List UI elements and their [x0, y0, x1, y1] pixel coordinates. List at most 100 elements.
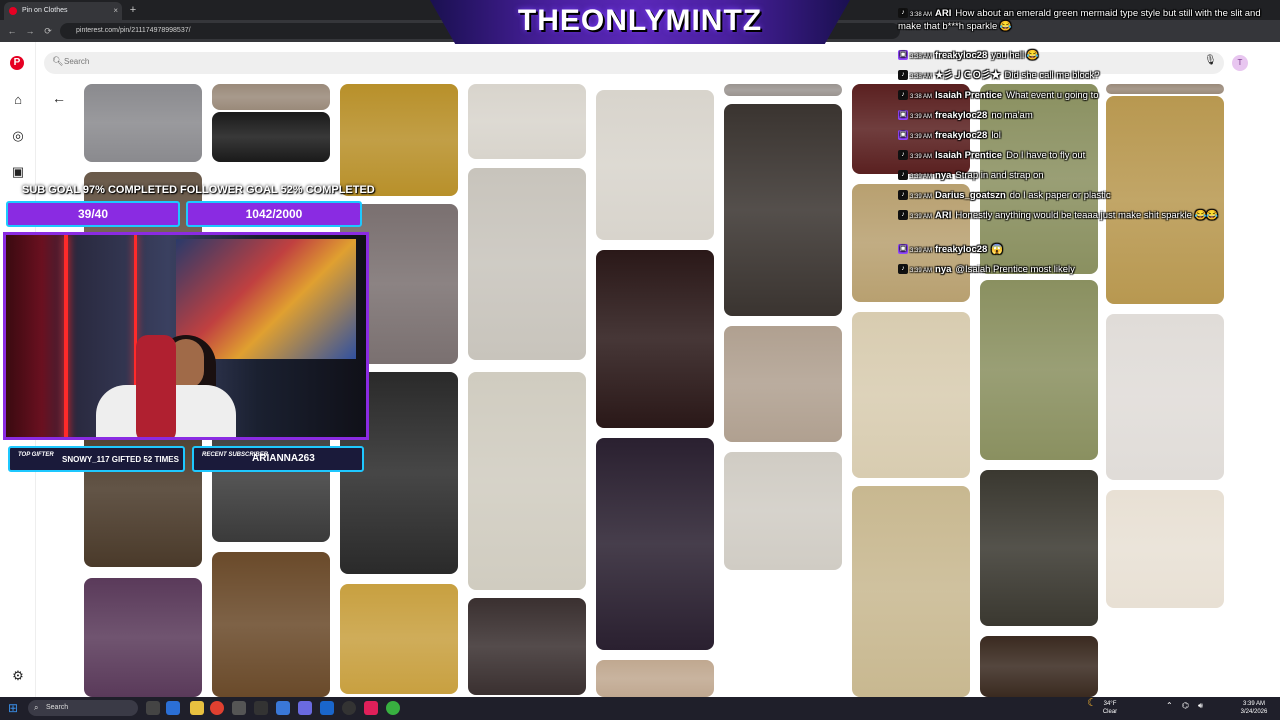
- chat-timestamp: 3:39 AM: [910, 154, 933, 160]
- chat-timestamp: 3:39 AM: [910, 134, 933, 140]
- pin-image[interactable]: [596, 660, 714, 697]
- pin-image[interactable]: [980, 636, 1098, 697]
- pin-image[interactable]: [852, 486, 970, 697]
- pin-image[interactable]: [468, 372, 586, 590]
- chat-text: Strap in and strap on: [955, 170, 1044, 181]
- sub-goal-progress: 39/40: [6, 201, 180, 227]
- pin-image[interactable]: [468, 598, 586, 695]
- discord-icon[interactable]: [298, 701, 312, 715]
- weather[interactable]: 34°F Clear: [1100, 700, 1120, 716]
- chat-username: freakyloc28: [935, 50, 988, 61]
- pinterest-logo-icon[interactable]: P: [10, 56, 24, 70]
- task-view-icon[interactable]: [146, 701, 160, 715]
- pin-image[interactable]: [724, 326, 842, 442]
- forward-button[interactable]: →: [24, 24, 36, 38]
- pin-image[interactable]: [468, 168, 586, 360]
- chat-username: ARI: [935, 8, 952, 19]
- chat-text: What event u going to: [1006, 90, 1099, 101]
- recent-sub-value: ARIANNA263: [252, 453, 315, 464]
- chat-message: ♪ 3:39 AM Isaiah Prentice Do I have to fly …: [898, 150, 1085, 170]
- network-icon[interactable]: ⌬: [1182, 702, 1189, 710]
- pin-image[interactable]: [212, 552, 330, 697]
- avatar[interactable]: T: [1232, 55, 1248, 71]
- windows-start-icon[interactable]: ⊞: [8, 701, 22, 715]
- chat-text: @Isaiah Prentice most likely: [955, 264, 1075, 275]
- pin-image[interactable]: [468, 84, 586, 159]
- reload-button[interactable]: ⟳: [42, 24, 54, 38]
- new-tab-button[interactable]: +: [126, 2, 140, 18]
- create-icon[interactable]: ▣: [10, 164, 26, 180]
- clock-date: 3/24/2026: [1240, 709, 1268, 715]
- chat-message: ♪ 3:39 AM nya @Isaiah Prentice most likely: [898, 264, 1075, 284]
- tiktok-icon: ♪: [898, 90, 908, 101]
- obs-icon[interactable]: [232, 701, 246, 715]
- microphone-icon[interactable]: 🎙︎: [1204, 55, 1217, 66]
- pin-image[interactable]: [1106, 96, 1224, 304]
- pin-image[interactable]: [596, 90, 714, 240]
- explore-icon[interactable]: ◎: [10, 128, 26, 144]
- close-tab-icon[interactable]: ×: [113, 2, 118, 20]
- weather-desc: Clear: [1102, 709, 1118, 715]
- copilot-icon[interactable]: [166, 701, 180, 715]
- chrome-icon[interactable]: [210, 701, 224, 715]
- home-icon[interactable]: ⌂: [10, 92, 26, 108]
- tiktok-icon: ♪: [898, 264, 908, 275]
- chat-timestamp: 3:39 AM: [910, 268, 933, 274]
- mail-icon[interactable]: [276, 701, 290, 715]
- pin-image[interactable]: [852, 312, 970, 478]
- app-icon[interactable]: [386, 701, 400, 715]
- pin-image[interactable]: [1106, 84, 1224, 94]
- pin-image[interactable]: [212, 84, 330, 110]
- pin-image[interactable]: [596, 438, 714, 650]
- search-icon: ⌕: [34, 703, 39, 712]
- twitch-icon: ▣: [898, 130, 908, 141]
- taskbar-search[interactable]: ⌕ Search: [28, 700, 138, 716]
- pin-image[interactable]: [84, 578, 202, 697]
- back-arrow-icon[interactable]: ←: [52, 90, 66, 106]
- chat-username: Darius_goatszn: [935, 190, 1006, 201]
- follower-goal-progress: 1042/2000: [186, 201, 362, 227]
- store-icon[interactable]: [320, 701, 334, 715]
- chat-text: you hell 😂: [991, 50, 1039, 61]
- pin-image[interactable]: [340, 584, 458, 694]
- pin-image[interactable]: [980, 280, 1098, 460]
- chat-username: ARI: [935, 210, 952, 221]
- app-icon[interactable]: [254, 701, 268, 715]
- tiktok-icon: ♪: [898, 190, 908, 201]
- pin-image[interactable]: [724, 104, 842, 316]
- tray-chevron-icon[interactable]: ⌃: [1166, 702, 1173, 710]
- pin-image[interactable]: [724, 84, 842, 96]
- chat-username: nya: [935, 264, 952, 275]
- pin-image[interactable]: [84, 84, 202, 162]
- chat-message: ♪ 3:38 AM Isaiah Prentice What event u goin…: [898, 90, 1099, 110]
- file-explorer-icon[interactable]: [190, 701, 204, 715]
- chat-message: ♪ 3:38 AM ★彡ＪＣＯ彡★ Did she call me block?: [898, 70, 1100, 90]
- tiktok-live-icon[interactable]: [364, 701, 378, 715]
- twitch-icon: ▣: [898, 110, 908, 121]
- settings-gear-icon[interactable]: ⚙: [10, 668, 26, 684]
- chat-username: freakyloc28: [935, 130, 988, 141]
- pin-image[interactable]: [1106, 314, 1224, 480]
- pin-image[interactable]: [980, 470, 1098, 626]
- clock[interactable]: 3:39 AM 3/24/2026: [1234, 700, 1274, 716]
- volume-icon[interactable]: 🔊︎: [1198, 702, 1203, 710]
- pin-image[interactable]: [724, 452, 842, 570]
- pin-image[interactable]: [1106, 490, 1224, 608]
- chat-timestamp: 3:38 AM: [910, 74, 933, 80]
- search-icon: 🔍︎: [52, 56, 64, 66]
- twitch-icon: ▣: [898, 244, 908, 255]
- top-gifter-label: TOP GIFTER: [18, 452, 54, 458]
- pinterest-favicon-icon: [9, 7, 17, 15]
- back-button[interactable]: ←: [6, 24, 18, 38]
- search-input[interactable]: Search: [64, 57, 89, 66]
- pin-image[interactable]: [212, 112, 330, 162]
- chat-username: nya: [935, 170, 952, 181]
- chat-username: freakyloc28: [935, 110, 988, 121]
- chat-text: Honestly anything would be teaaa just ma…: [955, 210, 1219, 221]
- chat-message: ▣ 3:38 AM freakyloc28 you hell 😂: [898, 50, 1039, 70]
- pin-image[interactable]: [340, 84, 458, 196]
- app-icon[interactable]: [342, 701, 356, 715]
- pin-image[interactable]: [596, 250, 714, 428]
- chat-message: ♪ 3:38 AM ARI How about an emerald green me…: [898, 8, 1270, 46]
- browser-tab[interactable]: Pin on Clothes ×: [4, 2, 122, 20]
